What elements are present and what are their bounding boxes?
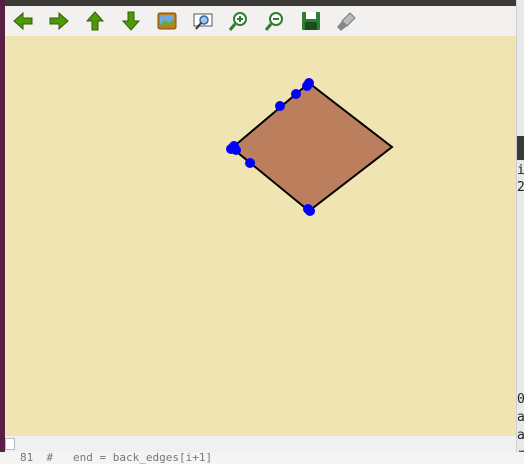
background-text-line: 0 [517,392,524,407]
point-marker [275,101,285,111]
point-marker [302,81,312,91]
plot-window [5,0,517,452]
back-button[interactable] [11,9,35,33]
background-code-editor: 81 # end = back_edges[i+1] [0,452,524,464]
clear-button[interactable] [335,9,359,33]
back-icon [13,11,33,31]
zoom-in-button[interactable] [227,9,251,33]
plot-canvas[interactable] [5,36,516,436]
background-panel-header [516,136,524,160]
point-marker [291,89,301,99]
zoom-out-button[interactable] [263,9,287,33]
save-icon [302,12,320,30]
clear-icon [337,12,356,31]
zoom-in-icon [228,12,247,31]
image-button[interactable] [155,9,179,33]
image-icon [157,12,177,30]
down-icon [121,11,141,31]
save-button[interactable] [299,9,323,33]
background-text-line: 2 [517,180,524,195]
point-marker [245,158,255,168]
forward-icon [49,11,69,31]
background-text-line: i [517,163,524,178]
forward-button[interactable] [47,9,71,33]
line-number: 81 [20,452,34,464]
zoom-fit-button[interactable] [191,9,215,33]
down-button[interactable] [119,9,143,33]
up-button[interactable] [83,9,107,33]
polygon-shape [230,81,394,213]
zoom-out-icon [264,12,283,31]
plot-area [226,78,394,216]
point-marker [231,145,241,155]
background-text-line: a [517,410,524,425]
toolbar [5,6,516,36]
status-bar [5,436,516,452]
background-text-line: a [517,428,524,443]
zoom-fit-icon [193,13,213,30]
code-line: # end = back_edges[i+1] [46,452,213,464]
status-indicator [5,438,15,450]
up-icon [85,11,105,31]
point-marker [305,206,315,216]
